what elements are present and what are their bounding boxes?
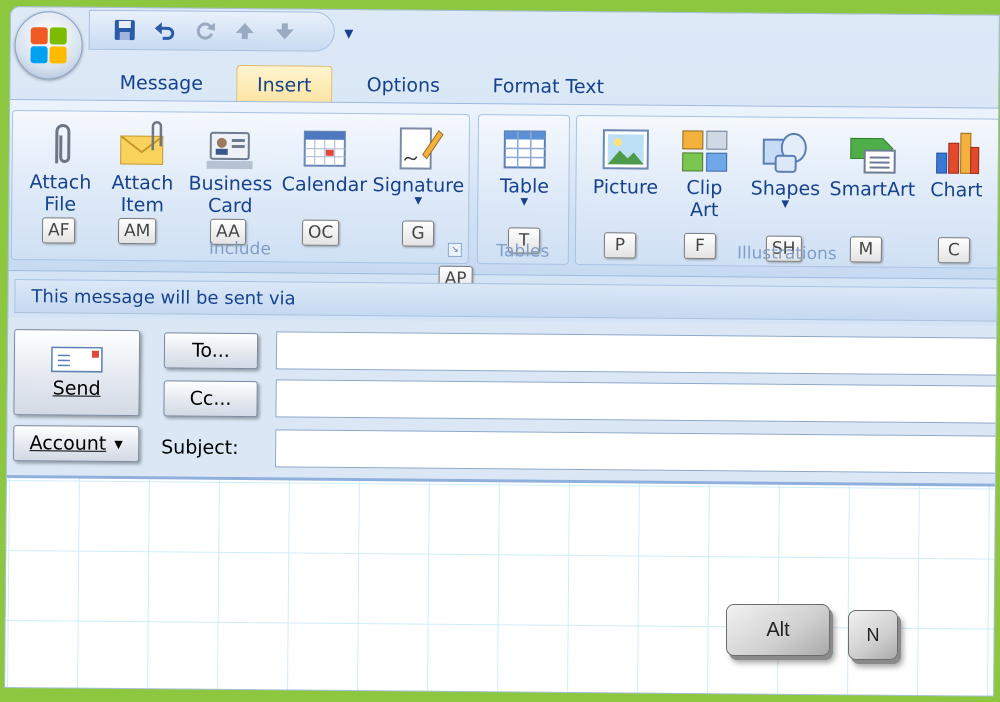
business-card-button[interactable]: Business Card: [184, 121, 277, 218]
table-icon: [503, 130, 546, 169]
shapes-dropdown-icon: ▼: [781, 198, 790, 210]
to-field[interactable]: [275, 331, 1000, 376]
ribbon-group-include: Attach File Attach Item Business Card Ca…: [10, 110, 471, 265]
cc-label: Cc...: [189, 387, 232, 410]
group-label-include: Include: [208, 238, 271, 260]
tab-options[interactable]: Options: [352, 66, 454, 105]
business-card-icon: [206, 131, 253, 170]
paperclip-icon: [55, 123, 71, 164]
send-button[interactable]: Send: [13, 329, 141, 417]
table-label: Table: [499, 175, 550, 198]
tab-message[interactable]: Message: [106, 64, 216, 103]
account-label: Account: [29, 432, 107, 455]
smartart-icon: [850, 137, 896, 174]
clip-art-label: Clip Art: [686, 176, 723, 222]
tab-format-text[interactable]: Format Text: [484, 67, 612, 106]
shapes-icon: [762, 132, 807, 173]
undo-icon[interactable]: [152, 17, 178, 43]
calendar-icon: [303, 130, 346, 167]
ribbon: Attach File Attach Item Business Card Ca…: [8, 99, 1000, 293]
chart-icon: [936, 132, 980, 174]
account-button[interactable]: Account ▼: [13, 425, 140, 463]
signature-dropdown-icon: ▼: [414, 195, 423, 207]
down-arrow-icon[interactable]: [272, 18, 298, 44]
to-button[interactable]: To...: [163, 332, 259, 370]
signature-icon: [399, 127, 444, 170]
calendar-label: Calendar: [281, 173, 368, 197]
shapes-button[interactable]: Shapes ▼: [740, 125, 831, 210]
attach-item-label: Attach Item: [111, 171, 174, 217]
group-label-tables: Tables: [496, 241, 550, 262]
table-dropdown-icon: ▼: [520, 196, 529, 208]
office-logo-icon: [30, 27, 67, 64]
up-arrow-icon[interactable]: [232, 18, 258, 44]
ribbon-group-tables: Table ▼ T Tables: [476, 114, 571, 265]
tab-insert[interactable]: Insert: [236, 64, 333, 104]
save-icon[interactable]: [112, 17, 138, 43]
calendar-button[interactable]: Calendar: [278, 121, 371, 196]
qat-customize-icon[interactable]: ▾: [339, 22, 359, 44]
attach-file-button[interactable]: Attach File: [22, 119, 99, 216]
ribbon-group-illustrations: Picture Clip Art Shapes ▼ SmartArt Chart…: [574, 114, 1000, 269]
attach-item-button[interactable]: Attach Item: [104, 120, 181, 217]
clip-art-button[interactable]: Clip Art: [666, 125, 743, 222]
quick-access-toolbar: [88, 9, 335, 52]
n-key-label: N: [866, 624, 880, 645]
redo-icon[interactable]: [192, 18, 218, 44]
table-button[interactable]: Table ▼: [484, 123, 565, 208]
subject-field[interactable]: [274, 429, 1000, 474]
signature-label: Signature: [372, 174, 465, 197]
picture-icon: [602, 129, 649, 170]
signature-button[interactable]: Signature ▼: [370, 122, 467, 207]
attach-file-label: Attach File: [29, 171, 92, 216]
office-button[interactable]: [14, 11, 83, 80]
envelope-icon: [51, 346, 103, 373]
message-header: Send Account ▼ To... Cc... Subject:: [6, 316, 1000, 486]
clipart-icon: [682, 130, 728, 172]
subject-label: Subject:: [161, 436, 239, 460]
group-label-illustrations: Illustrations: [736, 243, 837, 265]
send-label: Send: [52, 377, 101, 400]
smartart-label: SmartArt: [829, 178, 916, 201]
n-key-graphic: N: [848, 610, 898, 660]
picture-button[interactable]: Picture: [584, 124, 667, 199]
outlook-message-window: ▾ Message Insert Options Format Text Att…: [4, 6, 1000, 697]
shapes-label: Shapes: [750, 177, 821, 201]
business-card-label: Business Card: [188, 172, 273, 218]
cc-field[interactable]: [275, 379, 1000, 424]
smartart-button[interactable]: SmartArt: [826, 126, 919, 201]
chart-button[interactable]: Chart: [918, 127, 995, 202]
chevron-down-icon: ▼: [114, 437, 123, 451]
qat-customize-glyph: ▾: [344, 22, 354, 44]
info-bar: This message will be sent via: [14, 279, 1000, 322]
info-bar-text: This message will be sent via: [31, 285, 296, 310]
dialog-launcher-icon[interactable]: ↘: [447, 242, 462, 257]
envelope-clip-icon: [120, 121, 164, 165]
message-body[interactable]: [5, 474, 999, 697]
alt-key-graphic: Alt: [726, 604, 830, 656]
cc-button[interactable]: Cc...: [163, 380, 258, 418]
alt-key-label: Alt: [766, 618, 790, 641]
chart-label: Chart: [930, 179, 983, 202]
to-label: To...: [191, 339, 230, 362]
picture-label: Picture: [592, 176, 659, 199]
